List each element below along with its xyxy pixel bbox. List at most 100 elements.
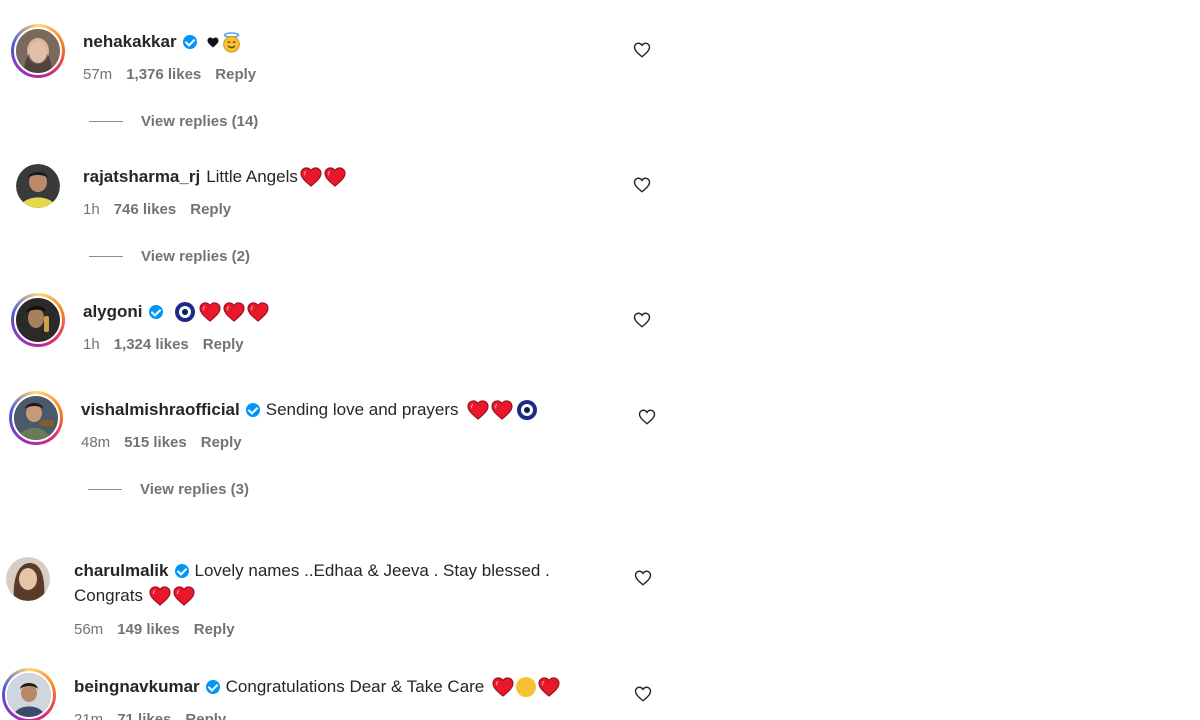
verified-badge-icon xyxy=(148,305,163,319)
heart-outline-icon[interactable] xyxy=(634,685,652,703)
red-heart-emoji xyxy=(199,302,221,322)
view-replies-button[interactable]: View replies (2) xyxy=(89,248,250,265)
replies-divider xyxy=(88,489,122,490)
comment-meta: 48m 515 likes Reply xyxy=(81,434,242,451)
avatar[interactable] xyxy=(9,391,63,445)
avatar-photo xyxy=(6,557,50,601)
comment-meta: 57m 1,376 likes Reply xyxy=(83,66,256,83)
comment-time[interactable]: 1h xyxy=(83,336,100,352)
red-heart-emoji xyxy=(324,167,346,187)
comment-time[interactable]: 56m xyxy=(74,621,103,638)
comment-item: beingnavkumar Congratulations Dear & Tak… xyxy=(0,660,700,720)
avatar[interactable] xyxy=(11,293,65,347)
comment-likes[interactable]: 515 likes xyxy=(124,434,187,451)
comment-username[interactable]: nehakakkar xyxy=(83,31,177,53)
view-replies-label: View replies (14) xyxy=(141,113,259,130)
view-replies-label: View replies (3) xyxy=(140,481,249,498)
red-heart-emoji xyxy=(467,400,489,420)
avatar[interactable] xyxy=(16,164,60,208)
heart-outline-icon[interactable] xyxy=(638,408,656,426)
reply-button[interactable]: Reply xyxy=(185,711,226,720)
comment-meta: 21m 71 likes Reply xyxy=(74,711,226,720)
reply-button[interactable]: Reply xyxy=(215,66,256,83)
comment-likes[interactable]: 71 likes xyxy=(117,711,171,720)
heart-outline-icon[interactable] xyxy=(633,311,651,329)
comment-emojis xyxy=(300,167,346,187)
comment-meta: 56m 149 likes Reply xyxy=(74,621,235,638)
view-replies-button[interactable]: View replies (14) xyxy=(89,113,258,130)
comment-text: Lovely names ..Edhaa & Jeeva . Stay bles… xyxy=(194,561,550,580)
verified-badge-icon xyxy=(174,564,189,578)
heart-outline-icon[interactable] xyxy=(634,569,652,587)
red-heart-emoji xyxy=(173,586,195,606)
comment-item: vishalmishraofficial Sending love and pr… xyxy=(0,372,700,512)
comment-item: rajatsharma_rj Little Angels 1h 746 like… xyxy=(0,140,700,275)
comment-item: charulmalik Lovely names ..Edhaa & Jeeva… xyxy=(0,545,700,655)
reply-button[interactable]: Reply xyxy=(201,434,242,451)
smiling-face-with-halo-emoji xyxy=(222,31,240,53)
nazar-amulet-emoji xyxy=(516,400,537,420)
replies-divider xyxy=(89,121,123,122)
comment-line: alygoni xyxy=(83,301,269,323)
comment-item: alygoni 1h 1,324 likes Reply xyxy=(0,275,700,352)
heart-outline-icon[interactable] xyxy=(633,41,651,59)
avatar-photo xyxy=(16,29,60,73)
comment-line: rajatsharma_rj Little Angels xyxy=(83,166,346,188)
verified-badge-icon xyxy=(205,680,220,694)
comment-likes[interactable]: 149 likes xyxy=(117,621,180,638)
red-heart-emoji xyxy=(223,302,245,322)
comment-line: nehakakkar xyxy=(83,31,242,53)
comment-username[interactable]: vishalmishraofficial xyxy=(81,399,240,421)
avatar[interactable] xyxy=(6,557,50,601)
comment-time[interactable]: 48m xyxy=(81,434,110,451)
comment-item: nehakakkar 57m 1,376 likes Reply View re… xyxy=(0,0,700,140)
red-heart-emoji xyxy=(491,400,513,420)
comment-likes[interactable]: 1,376 likes xyxy=(126,66,201,83)
comment-likes[interactable]: 746 likes xyxy=(114,201,177,218)
view-replies-label: View replies (2) xyxy=(141,248,250,265)
comment-line: beingnavkumar Congratulations Dear & Tak… xyxy=(74,676,560,698)
comment-text: Little Angels xyxy=(206,167,298,186)
avatar-photo xyxy=(7,673,51,717)
comment-text: Sending love and prayers xyxy=(265,400,459,419)
comment-meta: 1h 746 likes Reply xyxy=(83,201,231,218)
comment-meta: 1h 1,324 likes Reply xyxy=(83,336,244,352)
comment-line: charulmalik Lovely names ..Edhaa & Jeeva… xyxy=(74,560,550,582)
nazar-amulet-emoji xyxy=(174,302,195,322)
reply-button[interactable]: Reply xyxy=(194,621,235,638)
heart-outline-icon[interactable] xyxy=(633,176,651,194)
comment-username[interactable]: charulmalik xyxy=(74,560,169,582)
reply-button[interactable]: Reply xyxy=(190,201,231,218)
red-heart-emoji xyxy=(149,586,171,606)
comment-time[interactable]: 57m xyxy=(83,66,112,83)
comment-likes[interactable]: 1,324 likes xyxy=(114,336,189,352)
reply-button[interactable]: Reply xyxy=(203,336,244,352)
comment-text: Congratulations Dear & Take Care xyxy=(225,677,485,696)
view-replies-button[interactable]: View replies (3) xyxy=(88,481,249,498)
comment-emojis xyxy=(207,31,242,53)
comment-username[interactable]: rajatsharma_rj xyxy=(83,166,200,188)
avatar[interactable] xyxy=(11,24,65,78)
comment-line: vishalmishraofficial Sending love and pr… xyxy=(81,399,539,421)
avatar-photo xyxy=(16,164,60,208)
verified-badge-icon xyxy=(245,403,260,417)
comment-emojis xyxy=(492,677,560,697)
comment-time[interactable]: 21m xyxy=(74,711,103,720)
comment-text: Congrats xyxy=(74,586,143,605)
replies-divider xyxy=(89,256,123,257)
comment-emojis xyxy=(149,586,195,606)
comment-time[interactable]: 1h xyxy=(83,201,100,218)
comment-username[interactable]: alygoni xyxy=(83,301,143,323)
comment-username[interactable]: beingnavkumar xyxy=(74,676,200,698)
verified-badge-icon xyxy=(182,35,197,49)
red-heart-emoji xyxy=(300,167,322,187)
black-heart-emoji xyxy=(207,37,219,47)
red-heart-emoji xyxy=(538,677,560,697)
comment-emojis xyxy=(173,302,269,322)
face-blowing-kiss-emoji xyxy=(516,677,537,697)
avatar[interactable] xyxy=(2,668,56,720)
avatar-photo xyxy=(16,298,60,342)
avatar-photo xyxy=(14,396,58,440)
red-heart-emoji xyxy=(492,677,514,697)
comment-emojis xyxy=(467,400,539,420)
